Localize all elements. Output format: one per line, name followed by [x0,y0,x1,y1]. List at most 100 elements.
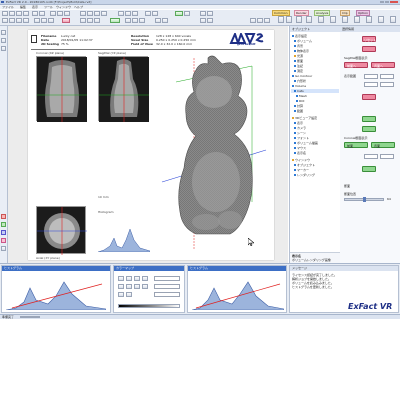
coronal-back-button[interactable]: 背面 [371,142,395,148]
tool-zoom-button[interactable] [80,11,86,16]
range-max-field[interactable] [380,74,394,79]
tool-print-button[interactable] [23,11,29,16]
menu-item-window[interactable]: ウィンドウ [56,5,71,9]
tool-region-button[interactable] [48,18,54,23]
tool-mask-button[interactable] [41,18,47,23]
tree-item[interactable]: 表示名 [291,151,339,155]
tree-item[interactable]: カメラ [291,126,339,130]
side-tool-red-button[interactable] [1,214,6,219]
tree-item[interactable]: 表示 [291,121,339,125]
menu-item-edit[interactable]: 編集 [20,5,26,9]
window-maximize-icon[interactable] [385,1,389,3]
tool-extra-button-13[interactable] [378,16,384,23]
side-tool-gray-button[interactable] [1,246,6,251]
tree-item[interactable]: 光源 [291,54,339,58]
tool-extra-button-10[interactable] [342,16,348,23]
tool-report-button[interactable] [207,18,213,23]
tool-settings-button[interactable] [207,11,213,16]
range-field-2[interactable] [364,82,378,87]
tool-extra-button-6[interactable] [296,16,302,23]
front-button[interactable]: 前面へ [344,62,368,68]
colormap-button-4[interactable] [142,276,148,281]
tool-clip-button[interactable] [34,18,40,23]
tool-paste-button[interactable] [64,11,70,16]
window-close-icon[interactable] [390,1,398,3]
tool-histogram-button[interactable] [145,11,151,16]
green-action-button-1[interactable] [362,116,376,122]
colormap-button-1[interactable] [118,276,124,281]
tool-layout-button[interactable] [152,11,158,16]
side-tool-pointer-button[interactable] [1,30,6,35]
tool-extra-button-12[interactable] [366,16,372,23]
range-min-field[interactable] [364,74,378,79]
coronal-field-1[interactable] [364,154,378,159]
tool-fit-button[interactable] [101,11,107,16]
tree-item[interactable]: フォント [291,136,339,140]
tool-extra-button-2[interactable] [257,18,263,23]
tree-item[interactable]: 背景 [291,44,339,48]
tool-pink-button[interactable] [62,18,70,23]
side-tool-green-button[interactable] [1,222,6,227]
colormap-button-5[interactable] [118,284,124,289]
tree-item[interactable]: レンダリング [291,173,339,177]
tool-measure-button[interactable] [118,11,124,16]
tree-item[interactable]: シーン [291,131,339,135]
tree-item[interactable]: ROI [291,99,339,103]
tree-item[interactable]: 断面 [291,59,339,63]
tool-sphere-button[interactable] [16,18,22,23]
tool-export-button[interactable] [200,11,206,16]
tool-view-front-button[interactable] [80,18,86,23]
reset-button[interactable]: リセット [362,36,376,42]
tool-annotate-button[interactable] [125,11,131,16]
back-button[interactable]: 背面へ [371,62,395,68]
colormap-field-3[interactable] [154,292,180,297]
tree-item[interactable]: 物体表示 [291,49,339,53]
window-minimize-icon[interactable] [380,1,384,3]
tool-cut-button[interactable] [50,11,56,16]
menu-item-tools[interactable]: ツール [44,5,53,9]
tree-item[interactable]: 計算 [291,104,339,108]
tree-item[interactable]: Cats [291,89,339,93]
colormap-field-2[interactable] [154,284,180,289]
side-tool-blue-button[interactable] [1,230,6,235]
green-action-button-2[interactable] [362,126,376,132]
tool-render-button[interactable] [175,11,183,16]
menu-item-help[interactable]: ヘルプ [74,5,83,9]
tool-redo-button[interactable] [39,11,45,16]
tree-item[interactable]: Iso Contour [291,74,339,78]
colormap-button-8[interactable] [142,284,148,289]
tool-extra-button-8[interactable] [318,16,324,23]
tree-item[interactable]: 範囲 [291,109,339,113]
tree-item[interactable]: ウインドウ [291,158,339,162]
tree-item[interactable]: Mesh [291,94,339,98]
tool-box-button[interactable] [9,18,15,23]
tool-extra-button-11[interactable] [354,16,360,23]
volume-render-view[interactable] [156,52,268,256]
tool-pan-button[interactable] [94,11,100,16]
colormap-button-2[interactable] [126,276,132,281]
tool-extra-button-5[interactable] [286,16,292,23]
colormap-button-9[interactable] [118,292,124,297]
colormap-button-10[interactable] [126,292,132,297]
colormap-button-7[interactable] [134,284,140,289]
tree-item[interactable]: 穴形状 [291,79,339,83]
tool-new-button[interactable] [2,11,8,16]
tree-item[interactable]: 注記 [291,64,339,68]
tool-green-button[interactable] [110,18,120,23]
apply-button[interactable] [362,94,376,100]
tool-filter-button[interactable] [125,18,131,23]
coronal-front-button[interactable]: 前面 [344,142,368,148]
tool-compare-button[interactable] [200,18,206,23]
menu-item-view[interactable]: 表示 [32,5,38,9]
colormap-button-3[interactable] [134,276,140,281]
tool-smooth-button[interactable] [132,18,138,23]
tree-item[interactable]: 測定 [291,69,339,73]
tool-extra-button-9[interactable] [330,16,336,23]
tree-item[interactable]: ボリューム描画 [291,141,339,145]
tool-view-top-button[interactable] [94,18,100,23]
tool-extra-button-1[interactable] [250,18,256,23]
side-tool-zoom-button[interactable] [1,38,6,43]
tool-extra-button-4[interactable] [278,16,284,23]
tool-wall-button[interactable] [155,18,161,23]
coronal-apply-button[interactable] [362,166,376,172]
